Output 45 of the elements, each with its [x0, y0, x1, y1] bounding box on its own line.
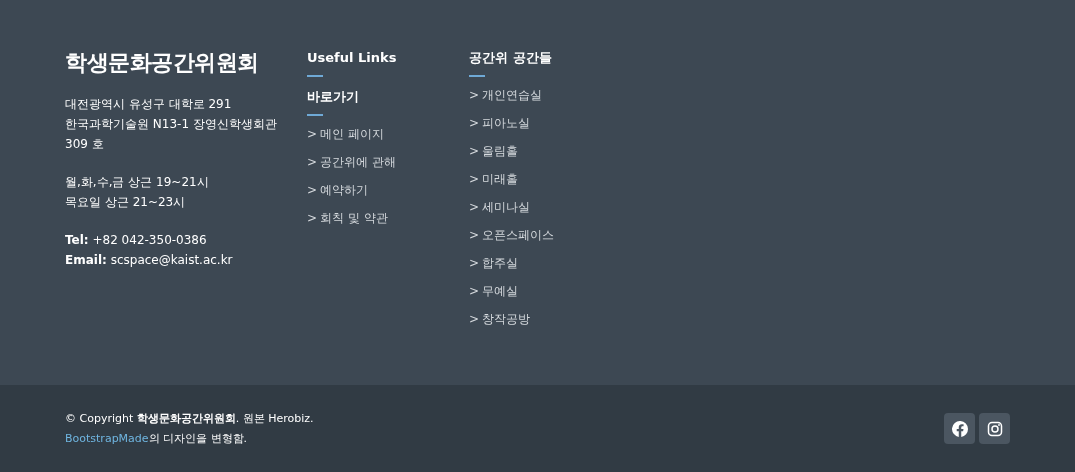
chevron-icon: > [307, 120, 318, 148]
footer-link[interactable]: > 세미나실 [469, 193, 531, 221]
column-heading: Useful Links [307, 49, 397, 67]
chevron-icon: > [469, 81, 480, 109]
column-heading: 공간위 공간들 [469, 49, 552, 67]
footer-link[interactable]: > 메인 페이지 [307, 120, 384, 148]
chevron-icon: > [469, 221, 480, 249]
instagram-icon [986, 420, 1003, 437]
brand-title: 학생문화공간위원회 [65, 49, 259, 77]
chevron-icon: > [307, 148, 318, 176]
instagram-button[interactable] [979, 413, 1010, 444]
bootstrapmade-link[interactable]: BootstrapMade [65, 431, 149, 445]
contact-label: Tel: [65, 233, 89, 247]
facebook-icon [951, 420, 968, 437]
footer-link[interactable]: > 창작공방 [469, 305, 531, 333]
footer-link[interactable]: > 무예실 [469, 277, 519, 305]
hours-line: 목요일 상근 21~23시 [65, 194, 187, 211]
credit-text: 의 디자인을 변형함. [148, 431, 248, 445]
address-line: 대전광역시 유성구 대학로 291 [65, 96, 233, 113]
footer-link[interactable]: > 공간위에 관해 [307, 148, 396, 176]
contact-label: Email: [65, 253, 107, 267]
chevron-icon: > [469, 305, 480, 333]
footer-link[interactable]: > 합주실 [469, 249, 519, 277]
contact-value: scspace@kaist.ac.kr [110, 253, 233, 267]
facebook-button[interactable] [944, 413, 975, 444]
footer-link[interactable]: > 예약하기 [307, 176, 369, 204]
column-heading: 바로가기 [307, 88, 359, 106]
footer-link[interactable]: > 개인연습실 [469, 81, 543, 109]
chevron-icon: > [469, 109, 480, 137]
chevron-icon: > [469, 137, 480, 165]
chevron-icon: > [469, 249, 480, 277]
footer-link[interactable]: > 미래홀 [469, 165, 519, 193]
copyright-text: © Copyright 학생문화공간위원회. 원본 Herobiz. [65, 410, 314, 427]
contact-value: +82 042-350-0386 [92, 233, 207, 247]
hours-line: 월,화,수,금 상근 19~21시 [65, 174, 210, 191]
chevron-icon: > [307, 204, 318, 232]
address-line: 한국과학기술원 N13-1 장영신학생회관 309 호 [65, 116, 278, 153]
chevron-icon: > [469, 277, 480, 305]
footer-link[interactable]: > 울림홀 [469, 137, 519, 165]
chevron-icon: > [469, 193, 480, 221]
chevron-icon: > [307, 176, 318, 204]
footer-link[interactable]: > 피아노실 [469, 109, 531, 137]
footer-link[interactable]: > 회칙 및 약관 [307, 204, 388, 232]
footer-link[interactable]: > 오픈스페이스 [469, 221, 555, 249]
chevron-icon: > [469, 165, 480, 193]
